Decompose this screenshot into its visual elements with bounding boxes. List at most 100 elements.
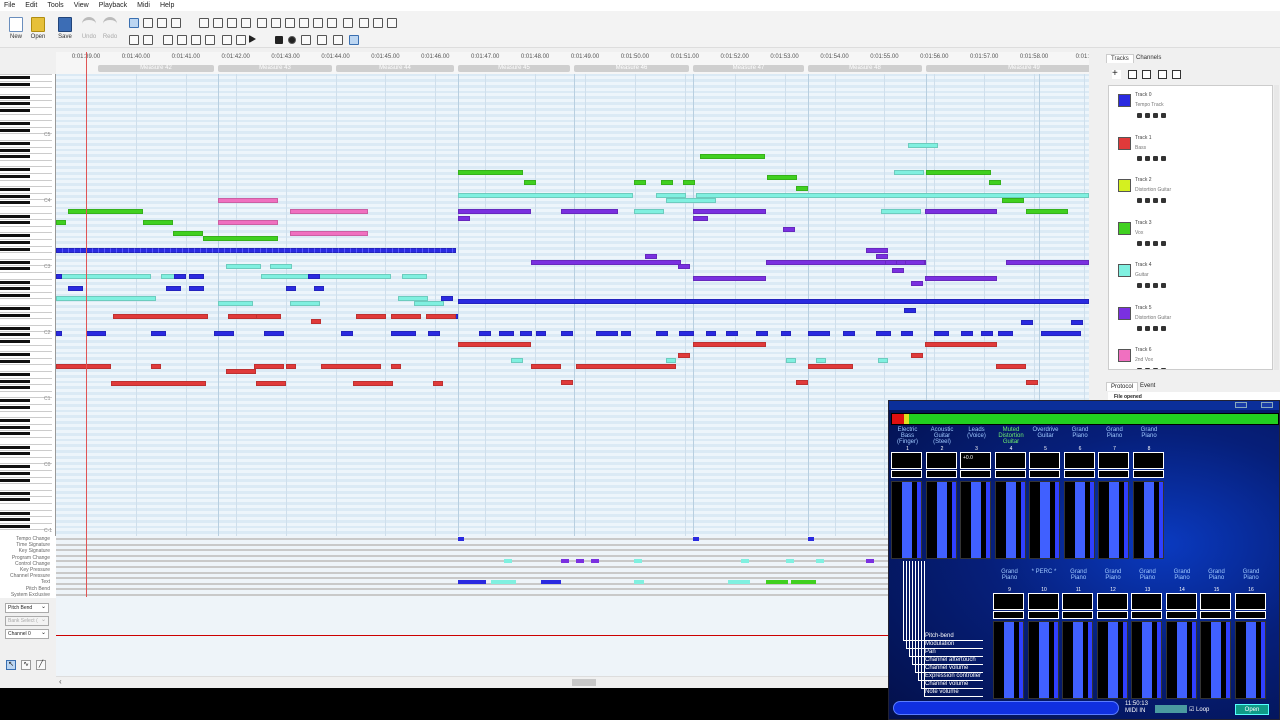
- black-key[interactable]: [0, 102, 30, 106]
- note-tempo-track[interactable]: [961, 331, 973, 336]
- play-icon[interactable]: [249, 35, 256, 43]
- note-distortion-guitar[interactable]: [531, 260, 681, 265]
- black-key[interactable]: [0, 76, 30, 79]
- black-key[interactable]: [0, 293, 30, 297]
- note-icon[interactable]: [1153, 113, 1158, 118]
- minimize-icon[interactable]: [1235, 402, 1247, 408]
- speaker-icon[interactable]: [1145, 325, 1150, 331]
- channel-knob-2[interactable]: [1234, 611, 1266, 619]
- black-key[interactable]: [0, 399, 30, 403]
- trash-icon[interactable]: [1161, 325, 1166, 331]
- channel-fader[interactable]: [1165, 621, 1197, 699]
- black-key[interactable]: [0, 465, 30, 469]
- trash-icon[interactable]: [1161, 240, 1166, 246]
- note-bass[interactable]: [808, 364, 853, 369]
- note-distortion-guitar[interactable]: [885, 260, 897, 265]
- note-bass[interactable]: [111, 381, 206, 386]
- note-vox[interactable]: [68, 209, 143, 214]
- note-bass[interactable]: [911, 353, 923, 358]
- move-up-icon[interactable]: [1158, 70, 1167, 79]
- track-item[interactable]: Track 1 Bass: [1109, 129, 1269, 171]
- open-button[interactable]: Open: [28, 17, 48, 40]
- note-vox[interactable]: [143, 220, 173, 225]
- note-tempo-track[interactable]: [86, 331, 106, 336]
- note-guitar[interactable]: [290, 301, 320, 306]
- note-tempo-track[interactable]: [904, 308, 916, 313]
- menu-tools[interactable]: Tools: [47, 2, 63, 9]
- note-distortion-guitar[interactable]: [693, 276, 766, 281]
- note-guitar[interactable]: [878, 358, 888, 363]
- note-vox[interactable]: [173, 231, 203, 236]
- note-tempo-track[interactable]: [151, 331, 166, 336]
- tool-6[interactable]: [213, 18, 223, 28]
- note-bass[interactable]: [353, 381, 393, 386]
- note-2nd-vox[interactable]: [218, 198, 278, 203]
- note-icon[interactable]: [1153, 283, 1158, 288]
- tab-tracks[interactable]: Tracks: [1106, 54, 1134, 63]
- note-vox[interactable]: [661, 180, 673, 185]
- note-bass[interactable]: [1026, 380, 1038, 385]
- note-vox[interactable]: [926, 170, 991, 175]
- tool-7[interactable]: [227, 18, 237, 28]
- note-2nd-vox[interactable]: [290, 231, 368, 236]
- note-guitar[interactable]: [56, 296, 156, 301]
- note-tempo-track[interactable]: [876, 331, 891, 336]
- note-bass[interactable]: [576, 364, 676, 369]
- channel-fader[interactable]: [1132, 481, 1164, 559]
- channel-knob[interactable]: [994, 452, 1026, 469]
- black-key[interactable]: [0, 379, 30, 383]
- scroll-left-icon[interactable]: ‹: [59, 677, 62, 686]
- black-key[interactable]: [0, 201, 30, 205]
- tool-10[interactable]: [271, 18, 281, 28]
- black-key[interactable]: [0, 168, 30, 172]
- undo-button[interactable]: Undo: [79, 17, 99, 40]
- channel-knob[interactable]: [1132, 452, 1164, 469]
- speaker-icon[interactable]: [1145, 368, 1150, 369]
- note-guitar[interactable]: [226, 264, 261, 269]
- note-2nd-vox[interactable]: [218, 220, 278, 225]
- note-bass[interactable]: [561, 380, 573, 385]
- note-bass[interactable]: [433, 381, 443, 386]
- black-key[interactable]: [0, 498, 30, 502]
- channel-fader[interactable]: [994, 481, 1026, 559]
- eye-icon[interactable]: [1137, 325, 1142, 331]
- channel-select[interactable]: Channel 0: [5, 629, 49, 639]
- black-key[interactable]: [0, 472, 30, 475]
- remove-track-icon[interactable]: [1142, 70, 1151, 79]
- note-bass[interactable]: [796, 380, 808, 385]
- tool-row2-7[interactable]: [222, 35, 232, 45]
- note-tempo-track[interactable]: [286, 286, 296, 291]
- note-vox[interactable]: [989, 180, 1001, 185]
- note-distortion-guitar[interactable]: [911, 281, 923, 286]
- channel-knob-2[interactable]: [960, 470, 991, 478]
- note-distortion-guitar[interactable]: [866, 248, 888, 253]
- channel-knob-2[interactable]: [891, 470, 922, 478]
- note-bass[interactable]: [113, 314, 208, 319]
- tool-3[interactable]: [157, 18, 167, 28]
- note-tempo-track[interactable]: [561, 331, 573, 336]
- redo-button[interactable]: Redo: [100, 17, 120, 40]
- tab-protocol[interactable]: Protocol: [1106, 382, 1139, 391]
- note-guitar[interactable]: [908, 143, 938, 148]
- note-tempo-track[interactable]: [68, 286, 83, 291]
- note-guitar[interactable]: [218, 301, 253, 306]
- black-key[interactable]: [0, 241, 30, 244]
- mixer-open-button[interactable]: Open: [1235, 704, 1269, 715]
- channel-fader[interactable]: [1234, 621, 1266, 699]
- note-guitar[interactable]: [816, 358, 826, 363]
- channel-knob-2[interactable]: [1132, 470, 1164, 478]
- note-tempo-track[interactable]: [808, 331, 830, 336]
- trash-icon[interactable]: [1161, 198, 1166, 203]
- black-key[interactable]: [0, 511, 30, 515]
- trash-icon[interactable]: [1161, 155, 1166, 161]
- channel-knob[interactable]: [1027, 593, 1059, 610]
- eye-icon[interactable]: [1137, 240, 1142, 246]
- note-tempo-track[interactable]: [706, 331, 716, 336]
- note-bass[interactable]: [56, 364, 111, 369]
- eye-icon[interactable]: [1137, 198, 1142, 203]
- channel-fader[interactable]: [1029, 481, 1060, 559]
- channel-knob[interactable]: [1165, 593, 1197, 610]
- black-key[interactable]: [0, 128, 30, 132]
- note-guitar[interactable]: [414, 301, 444, 306]
- black-key[interactable]: [0, 109, 30, 112]
